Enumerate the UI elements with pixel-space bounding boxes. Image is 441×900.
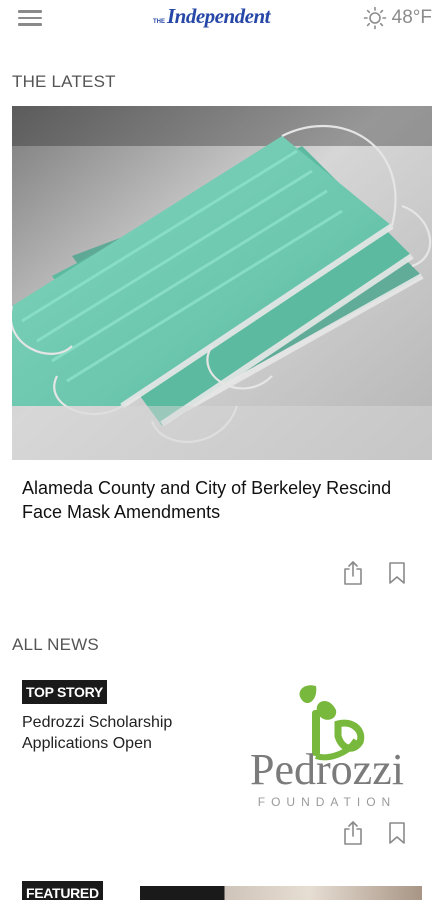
share-button[interactable] <box>343 560 363 591</box>
logo-prefix: THE <box>153 19 165 25</box>
weather-widget[interactable]: 48°F <box>363 6 432 30</box>
story-bookmark-button[interactable] <box>388 821 406 850</box>
hamburger-menu-icon[interactable] <box>18 10 42 28</box>
hero-image[interactable] <box>12 106 432 460</box>
hero-headline[interactable]: Alameda County and City of Berkeley Resc… <box>22 476 422 524</box>
top-bar: THE Independent 48°F <box>0 0 441 40</box>
bookmark-icon <box>389 822 405 844</box>
pedrozzi-logo-subtext: FOUNDATION <box>258 795 396 808</box>
featured-badge: FEATURED <box>22 881 103 900</box>
app-logo[interactable]: THE Independent <box>153 4 271 34</box>
featured-story-image[interactable] <box>140 886 422 900</box>
sun-icon <box>363 6 386 30</box>
top-story-badge: TOP STORY <box>22 680 107 704</box>
bookmark-button[interactable] <box>388 561 406 590</box>
story-share-button[interactable] <box>343 820 363 851</box>
share-icon <box>344 561 362 585</box>
logo-name: Independent <box>167 4 271 28</box>
pedrozzi-logo-image[interactable]: Pedrozzi FOUNDATION <box>232 680 422 809</box>
share-icon <box>344 821 362 845</box>
all-news-section-title: ALL NEWS <box>12 635 99 654</box>
bookmark-icon <box>389 562 405 584</box>
story-title[interactable]: Pedrozzi Scholarship Applications Open <box>22 712 202 754</box>
temperature-label: 48°F <box>391 7 432 28</box>
latest-section-title: THE LATEST <box>12 72 116 91</box>
pedrozzi-logo-text: Pedrozzi <box>250 745 404 794</box>
